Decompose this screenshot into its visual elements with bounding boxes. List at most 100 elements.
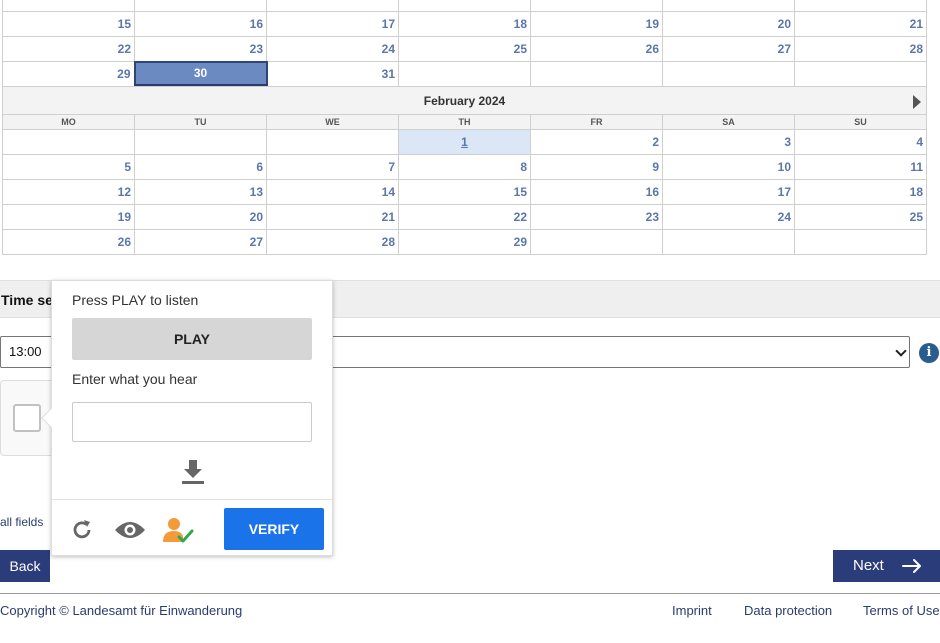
calendar-day[interactable]: 7 bbox=[266, 154, 399, 180]
calendar-day-selected[interactable]: 30 bbox=[133, 60, 268, 89]
calendar-week-row: 15 16 17 18 19 20 21 bbox=[2, 11, 927, 37]
calendar-day[interactable]: 5 bbox=[2, 154, 135, 180]
calendar-day[interactable]: 2 bbox=[530, 129, 663, 155]
captcha-checkbox[interactable] bbox=[13, 404, 41, 432]
calendar-day[interactable] bbox=[266, 0, 399, 12]
calendar-day[interactable] bbox=[134, 0, 267, 12]
download-icon[interactable] bbox=[180, 458, 206, 486]
calendar-day[interactable]: 28 bbox=[794, 36, 927, 62]
weekday-label: MO bbox=[2, 114, 135, 130]
calendar-day[interactable]: 17 bbox=[662, 179, 795, 205]
calendar-day[interactable]: 21 bbox=[794, 11, 927, 37]
calendar-week-row: 1 2 3 4 bbox=[2, 129, 927, 155]
weekday-label: TH bbox=[398, 114, 531, 130]
calendar-day[interactable]: 11 bbox=[794, 154, 927, 180]
calendar-day[interactable]: 24 bbox=[266, 36, 399, 62]
calendar-day[interactable]: 27 bbox=[662, 36, 795, 62]
calendar-day-empty bbox=[794, 61, 927, 87]
calendar-day[interactable]: 28 bbox=[266, 229, 399, 255]
weekday-label: TU bbox=[134, 114, 267, 130]
next-button[interactable]: Next bbox=[833, 550, 940, 582]
calendar-day[interactable]: 8 bbox=[398, 154, 531, 180]
calendar-day[interactable]: 16 bbox=[134, 11, 267, 37]
next-button-label: Next bbox=[853, 557, 884, 574]
calendar-day[interactable]: 26 bbox=[2, 229, 135, 255]
footer-link-terms[interactable]: Terms of Use bbox=[863, 603, 940, 618]
calendar-week-row: 5 6 7 8 9 10 11 bbox=[2, 154, 927, 180]
calendar-day[interactable]: 20 bbox=[662, 11, 795, 37]
info-icon[interactable]: i bbox=[919, 343, 939, 363]
calendar-day-empty bbox=[134, 129, 267, 155]
calendar-weekday-header: MO TU WE TH FR SA SU bbox=[2, 114, 927, 130]
play-button[interactable]: PLAY bbox=[72, 318, 312, 360]
calendar-week-row: 12 13 14 15 16 17 18 bbox=[2, 179, 927, 205]
calendar-day[interactable]: 26 bbox=[530, 36, 663, 62]
calendar-day[interactable] bbox=[662, 0, 795, 12]
verify-button[interactable]: VERIFY bbox=[224, 508, 324, 550]
captcha-input-label: Enter what you hear bbox=[72, 371, 198, 387]
chevron-down-icon bbox=[895, 345, 907, 357]
footer-link-imprint[interactable]: Imprint bbox=[672, 603, 712, 618]
calendar-day[interactable]: 15 bbox=[398, 179, 531, 205]
calendar-february-grid: 1 2 3 4 5 6 7 8 9 10 11 12 13 14 15 16 1… bbox=[2, 129, 927, 255]
calendar-day-empty bbox=[2, 129, 135, 155]
calendar-day[interactable] bbox=[2, 0, 135, 12]
calendar-day[interactable]: 15 bbox=[2, 11, 135, 37]
calendar-day[interactable]: 22 bbox=[2, 36, 135, 62]
calendar-day[interactable]: 29 bbox=[2, 61, 135, 87]
calendar-day[interactable] bbox=[530, 0, 663, 12]
calendar-day[interactable]: 3 bbox=[662, 129, 795, 155]
captcha-instruction: Press PLAY to listen bbox=[72, 292, 199, 308]
weekday-label: SA bbox=[662, 114, 795, 130]
calendar-day[interactable]: 22 bbox=[398, 204, 531, 230]
calendar-day[interactable]: 12 bbox=[2, 179, 135, 205]
footer-link-data-protection[interactable]: Data protection bbox=[744, 603, 832, 618]
calendar-day[interactable]: 29 bbox=[398, 229, 531, 255]
footer-divider bbox=[0, 593, 940, 594]
user-check-icon[interactable] bbox=[162, 516, 194, 544]
back-button[interactable]: Back bbox=[0, 550, 50, 582]
calendar-day-empty bbox=[530, 61, 663, 87]
calendar-day[interactable]: 25 bbox=[398, 36, 531, 62]
calendar-day-empty bbox=[530, 229, 663, 255]
calendar-day[interactable]: 23 bbox=[134, 36, 267, 62]
calendar-week-row: 26 27 28 29 bbox=[2, 229, 927, 255]
calendar-day[interactable]: 16 bbox=[530, 179, 663, 205]
calendar-day[interactable]: 18 bbox=[398, 11, 531, 37]
arrow-right-icon bbox=[902, 559, 921, 573]
calendar-day-empty bbox=[662, 229, 795, 255]
required-fields-note: all fields bbox=[0, 515, 44, 529]
calendar-day[interactable]: 18 bbox=[794, 179, 927, 205]
weekday-label: WE bbox=[266, 114, 399, 130]
calendar-day[interactable]: 6 bbox=[134, 154, 267, 180]
calendar-day[interactable]: 23 bbox=[530, 204, 663, 230]
calendar-day[interactable]: 24 bbox=[662, 204, 795, 230]
captcha-answer-input[interactable] bbox=[72, 402, 312, 442]
calendar-day[interactable]: 27 bbox=[134, 229, 267, 255]
calendar-day-today[interactable]: 1 bbox=[398, 129, 531, 155]
calendar-day[interactable]: 19 bbox=[530, 11, 663, 37]
calendar-week-row: 22 23 24 25 26 27 28 bbox=[2, 36, 927, 62]
calendar-day[interactable]: 10 bbox=[662, 154, 795, 180]
eye-icon[interactable] bbox=[114, 520, 146, 540]
calendar-day[interactable]: 25 bbox=[794, 204, 927, 230]
calendar-day[interactable] bbox=[398, 0, 531, 12]
calendar-day[interactable]: 21 bbox=[266, 204, 399, 230]
calendar-day[interactable]: 17 bbox=[266, 11, 399, 37]
calendar-day[interactable]: 9 bbox=[530, 154, 663, 180]
weekday-label: SU bbox=[794, 114, 927, 130]
next-month-arrow-icon[interactable] bbox=[913, 95, 921, 109]
calendar-month-header: February 2024 bbox=[2, 86, 927, 114]
calendar-day[interactable] bbox=[794, 0, 927, 12]
reload-icon[interactable] bbox=[70, 518, 94, 542]
calendar-day[interactable]: 4 bbox=[794, 129, 927, 155]
calendar-day[interactable]: 14 bbox=[266, 179, 399, 205]
calendar-day[interactable]: 31 bbox=[266, 61, 399, 87]
calendar-week-row bbox=[2, 0, 927, 12]
calendar-day[interactable]: 20 bbox=[134, 204, 267, 230]
captcha-audio-popup: Press PLAY to listen PLAY Enter what you… bbox=[41, 280, 333, 556]
calendar-day[interactable]: 19 bbox=[2, 204, 135, 230]
time-section-title: Time se bbox=[1, 292, 53, 308]
time-select-value: 13:00 bbox=[9, 344, 42, 359]
calendar-day[interactable]: 13 bbox=[134, 179, 267, 205]
